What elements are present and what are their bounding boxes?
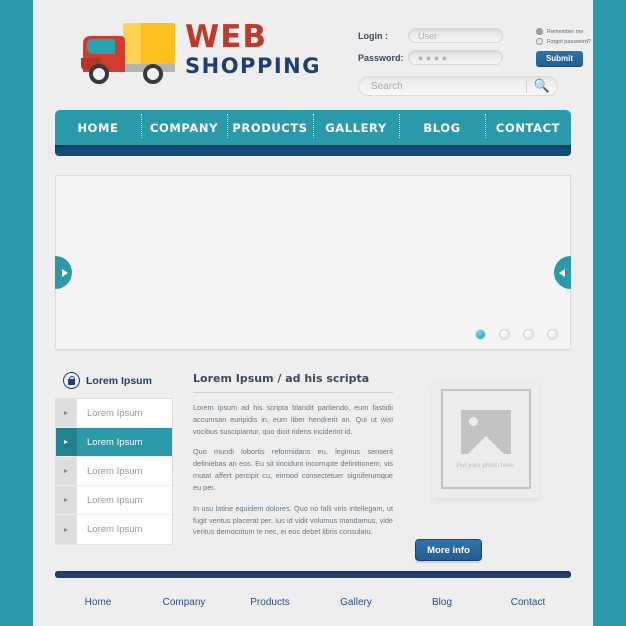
article-paragraph-1: Lorem ipsum ad his scripta blandit parti… xyxy=(193,403,393,436)
article-paragraph-3: In usu latine equidem dolores. Quo no fa… xyxy=(193,503,393,537)
footer-item-home[interactable]: Home xyxy=(55,597,141,608)
brand-line-1: WEB xyxy=(185,18,267,55)
password-label: Password: xyxy=(358,52,404,63)
list-item[interactable]: Lorem Ipsum xyxy=(56,399,172,428)
carousel-dot-3[interactable] xyxy=(523,329,534,340)
right-margin-band xyxy=(593,0,626,626)
list-item-marker xyxy=(56,515,77,544)
photo-placeholder[interactable]: Put your photo here. xyxy=(432,380,540,498)
footer-item-blog[interactable]: Blog xyxy=(399,597,485,608)
lock-icon xyxy=(63,372,80,389)
remember-me-row[interactable]: Remember me xyxy=(536,28,620,35)
list-item-label: Lorem Ipsum xyxy=(87,436,143,448)
lock-shackle xyxy=(68,375,75,381)
list-item-label: Lorem Ipsum xyxy=(87,494,143,506)
delivery-truck-icon xyxy=(71,14,179,84)
photo-inner-frame: Put your photo here. xyxy=(441,389,531,489)
nav-item-contact[interactable]: CONTACT xyxy=(485,113,571,138)
list-item-marker xyxy=(56,399,77,427)
main-navigation: HOME COMPANY PRODUCTS GALLERY BLOG CONTA… xyxy=(55,110,571,156)
search-input[interactable] xyxy=(359,80,526,92)
sidebar: Lorem Ipsum Lorem Ipsum Lorem Ipsum Lore… xyxy=(55,372,173,545)
login-label: Login : xyxy=(358,30,388,41)
forgot-password-row[interactable]: Forgot password? xyxy=(536,38,620,45)
sidebar-heading: Lorem Ipsum xyxy=(63,372,173,389)
article-divider xyxy=(193,392,393,393)
site-header: WEB SHOPPING Login : Password: Remember … xyxy=(33,0,593,110)
carousel-dot-4[interactable] xyxy=(547,329,558,340)
search-icon[interactable]: 🔍 xyxy=(527,78,557,94)
submit-button[interactable]: Submit xyxy=(536,51,583,66)
chevron-right-icon xyxy=(61,268,68,277)
nav-item-company[interactable]: COMPANY xyxy=(141,113,227,138)
forgot-password-radio-icon[interactable] xyxy=(536,38,543,45)
page-container: WEB SHOPPING Login : Password: Remember … xyxy=(33,0,593,626)
list-item[interactable]: Lorem Ipsum xyxy=(56,457,172,486)
footer-navigation: Home Company Products Gallery Blog Conta… xyxy=(55,578,571,626)
login-username-row: Login : xyxy=(358,28,558,43)
left-margin-band xyxy=(0,0,33,626)
list-item-label: Lorem Ipsum xyxy=(87,465,143,477)
hero-carousel xyxy=(55,175,571,350)
article-column: Lorem Ipsum / ad his scripta Lorem ipsum… xyxy=(193,372,393,545)
nav-item-products[interactable]: PRODUCTS xyxy=(227,113,313,138)
chevron-left-icon xyxy=(558,268,565,277)
footer-item-products[interactable]: Products xyxy=(227,597,313,608)
carousel-dot-2[interactable] xyxy=(499,329,510,340)
footer-item-gallery[interactable]: Gallery xyxy=(313,597,399,608)
triangle-right-icon xyxy=(64,411,68,415)
nav-item-home[interactable]: HOME xyxy=(55,121,141,135)
nav-underbar xyxy=(55,145,571,156)
truck-wheel-rear xyxy=(143,64,163,84)
nav-bar: HOME COMPANY PRODUCTS GALLERY BLOG CONTA… xyxy=(55,110,571,145)
carousel-dot-1[interactable] xyxy=(475,329,486,340)
media-column: Put your photo here. More info xyxy=(411,372,561,561)
nav-item-gallery[interactable]: GALLERY xyxy=(313,113,399,138)
triangle-right-icon xyxy=(64,498,68,502)
list-item-marker xyxy=(56,428,77,456)
login-options: Remember me Forgot password? Submit xyxy=(536,28,620,66)
article-paragraph-2: Quo mundi lobortis reformidans eu, legim… xyxy=(193,447,393,492)
list-item[interactable]: Lorem Ipsum xyxy=(56,486,172,515)
footer-divider xyxy=(55,571,571,578)
site-footer: Home Company Products Gallery Blog Conta… xyxy=(33,571,593,626)
triangle-right-icon xyxy=(64,527,68,532)
list-item[interactable]: Lorem Ipsum xyxy=(56,515,172,544)
footer-item-contact[interactable]: Contact xyxy=(485,597,571,608)
login-password-row: Password: xyxy=(358,50,558,65)
list-item[interactable]: Lorem Ipsum xyxy=(56,428,172,457)
brand-line-2: SHOPPING xyxy=(185,53,321,78)
photo-caption: Put your photo here. xyxy=(456,461,516,469)
truck-cargo-box xyxy=(123,23,175,64)
list-item-label: Lorem Ipsum xyxy=(87,407,143,419)
search-bar[interactable]: 🔍 xyxy=(358,76,558,96)
carousel-stage xyxy=(55,175,571,350)
article-title: Lorem Ipsum / ad his scripta xyxy=(193,372,370,385)
more-info-button[interactable]: More info xyxy=(415,539,482,561)
login-form: Login : Password: Remember me Forgot pas… xyxy=(358,28,591,72)
password-input[interactable] xyxy=(408,50,503,65)
brand-text: WEB SHOPPING xyxy=(185,18,321,78)
list-item-marker xyxy=(56,486,77,514)
image-placeholder-icon xyxy=(461,409,511,454)
truck-wheel-front xyxy=(89,64,109,84)
footer-item-company[interactable]: Company xyxy=(141,597,227,608)
forgot-password-label: Forgot password? xyxy=(547,38,592,45)
list-item-label: Lorem Ipsum xyxy=(87,524,143,535)
sidebar-heading-label: Lorem Ipsum xyxy=(86,374,152,387)
triangle-right-icon xyxy=(64,469,68,473)
list-item-marker xyxy=(56,457,77,485)
carousel-dots xyxy=(475,329,558,340)
site-logo[interactable]: WEB SHOPPING xyxy=(71,14,321,84)
remember-me-radio-icon[interactable] xyxy=(536,28,543,35)
triangle-right-icon xyxy=(64,440,68,444)
username-input[interactable] xyxy=(408,28,503,43)
nav-item-blog[interactable]: BLOG xyxy=(399,113,485,138)
main-content: Lorem Ipsum Lorem Ipsum Lorem Ipsum Lore… xyxy=(55,372,571,561)
sidebar-list: Lorem Ipsum Lorem Ipsum Lorem Ipsum Lore… xyxy=(55,398,173,545)
remember-me-label: Remember me xyxy=(547,28,584,35)
